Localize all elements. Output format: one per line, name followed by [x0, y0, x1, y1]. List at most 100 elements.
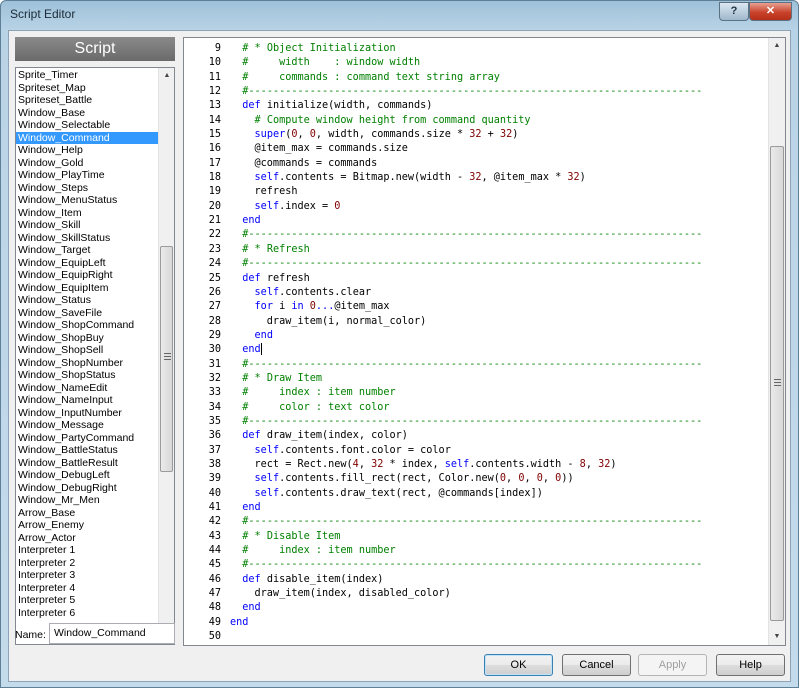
script-list-item[interactable]: Window_ShopSell — [16, 344, 159, 357]
name-input[interactable]: Window_Command — [49, 623, 175, 644]
code-line[interactable]: # index : item number — [230, 386, 770, 400]
code-line[interactable]: # index : item number — [230, 544, 770, 558]
script-list-item[interactable]: Window_DebugLeft — [16, 469, 159, 482]
code-line[interactable]: self.contents.clear — [230, 286, 770, 300]
code-line[interactable]: end — [230, 343, 770, 357]
code-line[interactable]: self.contents = Bitmap.new(width - 32, @… — [230, 171, 770, 185]
script-list-item[interactable]: Arrow_Enemy — [16, 519, 159, 532]
code-line[interactable]: self.index = 0 — [230, 200, 770, 214]
code-line[interactable]: def disable_item(index) — [230, 573, 770, 587]
code-line[interactable]: @commands = commands — [230, 157, 770, 171]
script-list-item[interactable]: Window_SaveFile — [16, 307, 159, 320]
code-line[interactable]: draw_item(index, disabled_color) — [230, 587, 770, 601]
script-list-item[interactable]: Spriteset_Battle — [16, 94, 159, 107]
script-list-item[interactable]: Window_PartyCommand — [16, 432, 159, 445]
script-list-item[interactable]: Window_EquipRight — [16, 269, 159, 282]
code-line[interactable]: # * Refresh — [230, 243, 770, 257]
code-line[interactable]: super(0, 0, width, commands.size * 32 + … — [230, 128, 770, 142]
code-line[interactable]: #---------------------------------------… — [230, 515, 770, 529]
script-list-item[interactable]: Window_InputNumber — [16, 407, 159, 420]
script-list-item[interactable]: Window_DebugRight — [16, 482, 159, 495]
script-list-item[interactable]: Window_BattleResult — [16, 457, 159, 470]
script-list-item[interactable]: Window_Help — [16, 144, 159, 157]
code-line[interactable]: @item_max = commands.size — [230, 142, 770, 156]
code-line[interactable]: #---------------------------------------… — [230, 85, 770, 99]
code-line[interactable]: #---------------------------------------… — [230, 358, 770, 372]
title-bar[interactable]: Script Editor ? ✕ — [1, 1, 798, 29]
code-editor[interactable]: 9 10 11 12 13 14 15 16 17 18 19 20 21 22 23 24 25 26 27 28 2… — [183, 37, 786, 646]
code-line[interactable]: # color : text color — [230, 401, 770, 415]
script-list-item[interactable]: Window_Base — [16, 107, 159, 120]
scroll-up-arrow-icon[interactable]: ▲ — [159, 68, 174, 84]
code-line[interactable]: refresh — [230, 185, 770, 199]
script-list-item[interactable]: Spriteset_Map — [16, 82, 159, 95]
script-list-item[interactable]: Window_Gold — [16, 157, 159, 170]
script-list-item[interactable]: Window_Skill — [16, 219, 159, 232]
editor-scrollbar[interactable]: ▲ ▼ — [768, 38, 785, 645]
code-line[interactable]: end — [230, 616, 770, 630]
close-icon[interactable]: ✕ — [749, 2, 792, 21]
script-list-item[interactable]: Window_Selectable — [16, 119, 159, 132]
ok-button[interactable]: OK — [484, 654, 553, 676]
script-list-item[interactable]: Window_EquipLeft — [16, 257, 159, 270]
code-line[interactable]: #---------------------------------------… — [230, 558, 770, 572]
code-line[interactable]: end — [230, 329, 770, 343]
script-list-item[interactable]: Window_EquipItem — [16, 282, 159, 295]
script-list-item[interactable]: Window_Item — [16, 207, 159, 220]
script-list-item[interactable]: Window_MenuStatus — [16, 194, 159, 207]
code-line[interactable]: rect = Rect.new(4, 32 * index, self.cont… — [230, 458, 770, 472]
script-list-item[interactable]: Arrow_Base — [16, 507, 159, 520]
code-area[interactable]: # * Object Initialization # width : wind… — [230, 42, 770, 644]
code-line[interactable]: end — [230, 501, 770, 515]
code-line[interactable]: # * Disable Item — [230, 530, 770, 544]
script-list-item[interactable]: Window_NameInput — [16, 394, 159, 407]
script-list-item[interactable]: Window_PlayTime — [16, 169, 159, 182]
code-line[interactable]: def draw_item(index, color) — [230, 429, 770, 443]
code-line[interactable]: draw_item(i, normal_color) — [230, 315, 770, 329]
code-line[interactable]: self.contents.fill_rect(rect, Color.new(… — [230, 472, 770, 486]
code-line[interactable]: # commands : command text string array — [230, 71, 770, 85]
code-line[interactable]: #---------------------------------------… — [230, 228, 770, 242]
script-list-item[interactable]: Arrow_Actor — [16, 532, 159, 545]
script-list-item[interactable]: Window_ShopNumber — [16, 357, 159, 370]
code-line[interactable]: self.contents.font.color = color — [230, 444, 770, 458]
script-list-item[interactable]: Interpreter 5 — [16, 594, 159, 607]
scrollbar-thumb[interactable] — [770, 146, 784, 621]
script-list-item[interactable]: Window_Steps — [16, 182, 159, 195]
script-list-item[interactable]: Window_ShopCommand — [16, 319, 159, 332]
script-list-scrollbar[interactable]: ▲ ▼ — [158, 68, 174, 644]
code-line[interactable]: # Compute window height from command qua… — [230, 114, 770, 128]
script-list-item[interactable]: Window_SkillStatus — [16, 232, 159, 245]
code-line[interactable]: end — [230, 214, 770, 228]
apply-button[interactable]: Apply — [638, 654, 707, 676]
code-line[interactable]: #---------------------------------------… — [230, 415, 770, 429]
code-line[interactable] — [230, 630, 770, 644]
script-list-item[interactable]: Window_Mr_Men — [16, 494, 159, 507]
script-list-item[interactable]: Interpreter 3 — [16, 569, 159, 582]
code-line[interactable]: #---------------------------------------… — [230, 257, 770, 271]
script-list-item[interactable]: Window_Target — [16, 244, 159, 257]
script-list-item[interactable]: Interpreter 6 — [16, 607, 159, 620]
script-list-item[interactable]: Interpreter 4 — [16, 582, 159, 595]
code-line[interactable]: # * Draw Item — [230, 372, 770, 386]
scrollbar-thumb[interactable] — [160, 246, 173, 472]
code-line[interactable]: end — [230, 601, 770, 615]
script-list-item[interactable]: Window_BattleStatus — [16, 444, 159, 457]
script-list-item[interactable]: Window_ShopBuy — [16, 332, 159, 345]
script-list-item[interactable]: Interpreter 2 — [16, 557, 159, 570]
script-list-item[interactable]: Window_Status — [16, 294, 159, 307]
code-line[interactable]: # width : window width — [230, 56, 770, 70]
scroll-down-arrow-icon[interactable]: ▼ — [769, 629, 785, 645]
script-list-item[interactable]: Interpreter 1 — [16, 544, 159, 557]
cancel-button[interactable]: Cancel — [562, 654, 631, 676]
code-line[interactable]: def initialize(width, commands) — [230, 99, 770, 113]
code-line[interactable]: for i in 0...@item_max — [230, 300, 770, 314]
script-list-item[interactable]: Window_Command — [16, 131, 159, 144]
script-list-item[interactable]: Window_NameEdit — [16, 382, 159, 395]
script-list-item[interactable]: Sprite_Timer — [16, 69, 159, 82]
help-button[interactable]: Help — [716, 654, 785, 676]
code-line[interactable]: self.contents.draw_text(rect, @commands[… — [230, 487, 770, 501]
help-icon[interactable]: ? — [719, 2, 749, 21]
code-line[interactable]: # * Object Initialization — [230, 42, 770, 56]
script-list-item[interactable]: Window_Message — [16, 419, 159, 432]
